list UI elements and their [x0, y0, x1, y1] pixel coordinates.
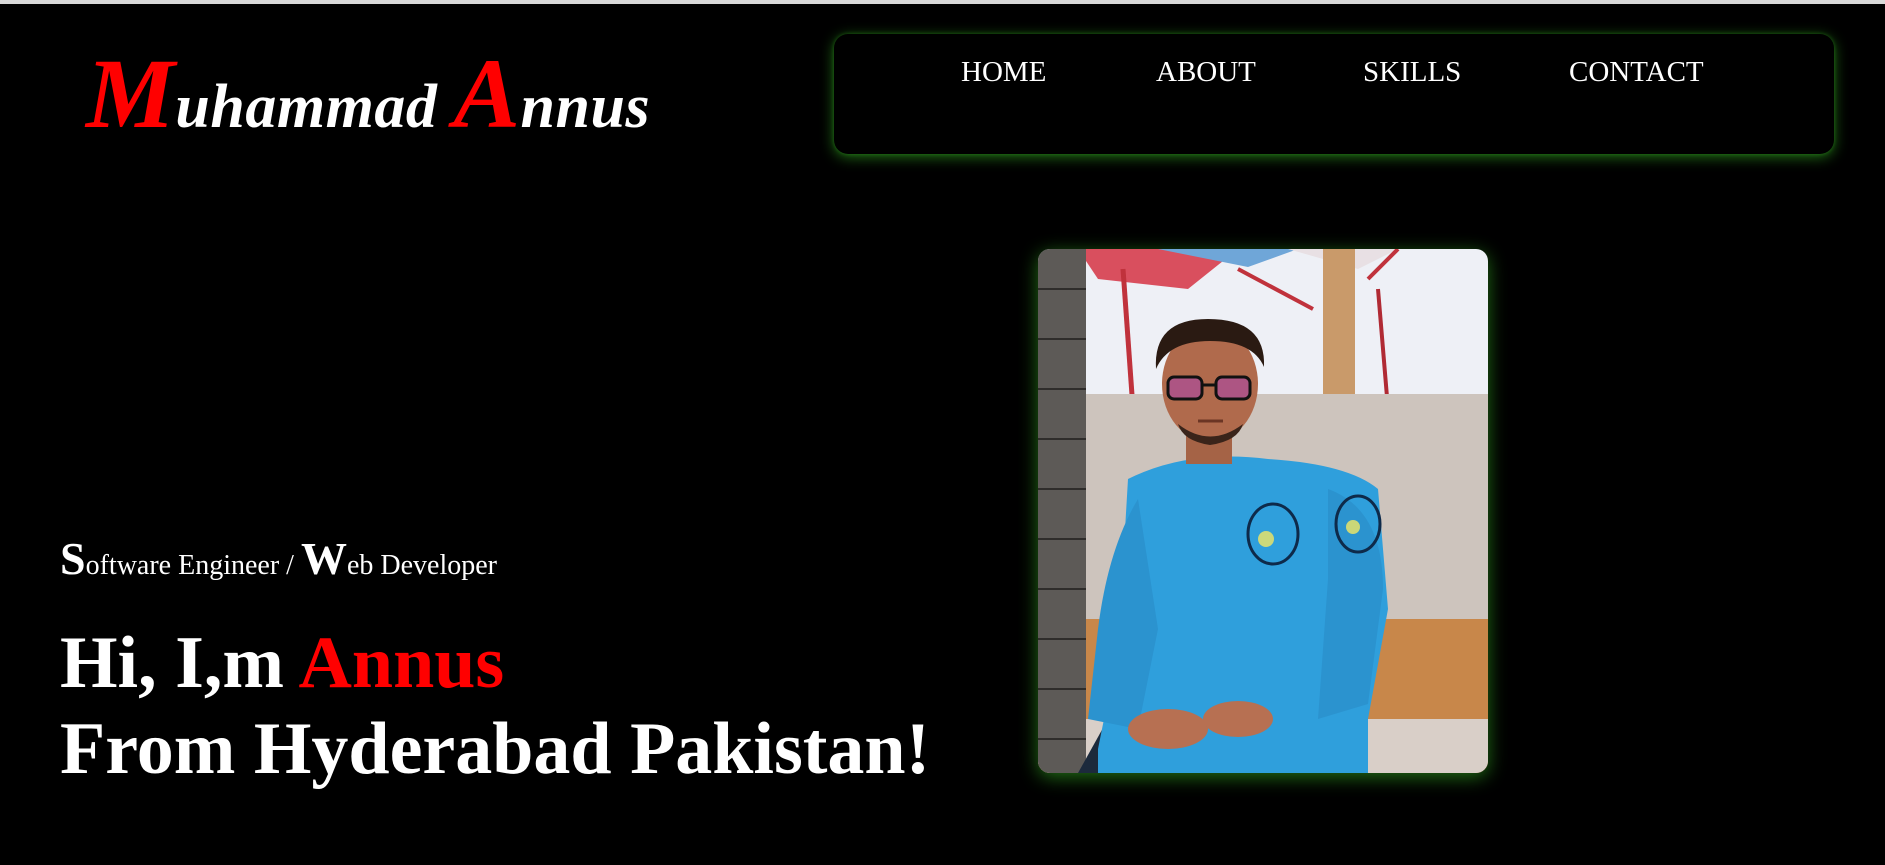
logo-first-rest: uhammad — [175, 73, 438, 141]
headline-line-two: From Hyderabad Pakistan! — [60, 708, 931, 790]
nav-skills-link[interactable]: SKILLS — [1363, 56, 1461, 89]
hero-subtitle: Software Engineer / Web Developer — [60, 536, 497, 582]
nav-contact-link[interactable]: CONTACT — [1569, 56, 1704, 89]
main-navigation: HOME ABOUT SKILLS CONTACT — [834, 34, 1834, 154]
nav-home-link[interactable]: HOME — [961, 56, 1046, 89]
subtitle-part-two: eb Developer — [346, 550, 497, 581]
subtitle-w-initial: W — [300, 533, 347, 584]
profile-photo-illustration — [1038, 249, 1488, 773]
hero-headline: Hi, I,m Annus From Hyderabad Pakistan! — [60, 620, 930, 792]
nav-about-link[interactable]: ABOUT — [1156, 56, 1256, 89]
hero-name: Annus — [298, 622, 505, 704]
profile-photo — [1038, 249, 1488, 773]
top-border — [0, 0, 1885, 4]
logo-first-initial: M — [86, 38, 176, 149]
logo-last-initial: A — [453, 38, 521, 149]
subtitle-part-one: oftware Engineer / — [85, 550, 301, 581]
logo-last-rest: nnus — [520, 73, 651, 141]
headline-line-one: Hi, I,m Annus — [60, 620, 930, 706]
site-logo[interactable]: Muhammad Annus — [86, 44, 650, 144]
greeting-text: Hi, I,m — [60, 622, 299, 704]
subtitle-s-initial: S — [60, 533, 86, 584]
